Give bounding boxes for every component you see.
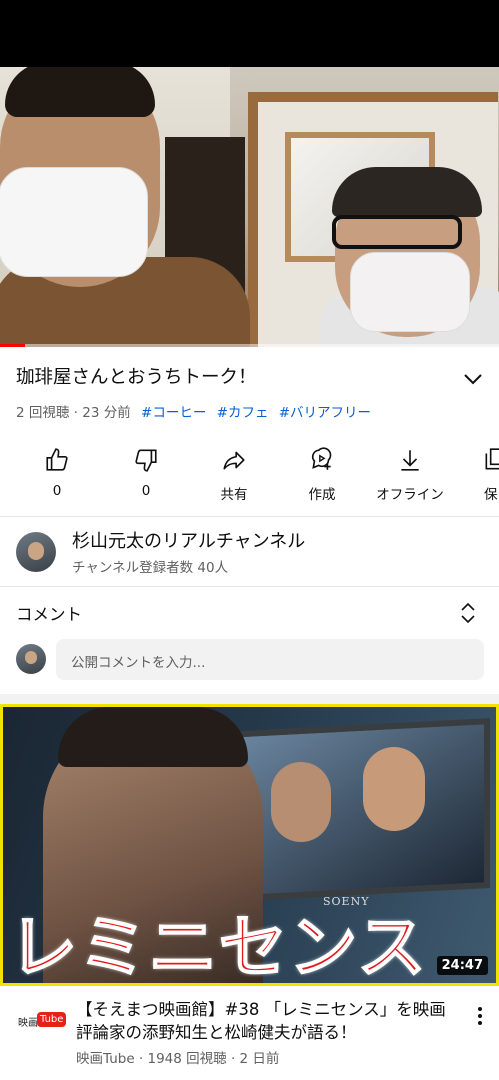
subscriber-count: チャンネル登録者数 40人 <box>72 560 229 576</box>
video-progress-fill <box>0 344 25 347</box>
recommended-video-meta: 映画Tube · 1948 回視聴 · 2 日前 <box>76 1051 280 1067</box>
thumbs-down-icon <box>135 449 157 472</box>
chevron-down-icon[interactable] <box>460 368 486 390</box>
divider <box>0 586 499 587</box>
comment-composer: 公開コメントを入力... <box>16 639 484 681</box>
expand-collapse-icon[interactable] <box>458 602 478 624</box>
share-label: 共有 <box>220 487 248 503</box>
action-bar: 0 0 共有 作成 オフライン 保 <box>0 447 499 507</box>
thumbs-up-icon <box>46 448 68 471</box>
channel-logo-text: 映画 <box>18 1018 38 1029</box>
download-label: オフライン <box>376 487 444 503</box>
remix-icon <box>311 447 332 470</box>
recommended-video-details[interactable]: 映画 Tube 【そえまつ映画館】#38 「レミニセンス」を映画評論家の添野知生… <box>0 996 499 1080</box>
hashtag-link[interactable]: #バリアフリー <box>279 405 371 421</box>
save-icon <box>485 448 499 470</box>
thumbnail-actor-hair <box>58 707 248 767</box>
recommended-video-thumbnail[interactable]: SOENY レミニセンス 24:47 <box>0 704 499 986</box>
share-icon <box>223 451 245 470</box>
video-meta: 2 回視聴 · 23 分前 #コーヒー #カフェ #バリアフリー <box>16 401 371 421</box>
channel-avatar[interactable] <box>16 532 56 572</box>
video-duration-badge: 24:47 <box>436 956 488 975</box>
download-button[interactable]: オフライン <box>365 447 455 503</box>
status-bar <box>0 0 499 67</box>
thumbnail-title-text: レミニセンス <box>8 908 428 986</box>
video-person-left <box>0 67 250 347</box>
hashtag-link[interactable]: #カフェ <box>217 405 269 421</box>
download-icon <box>401 450 419 471</box>
share-button[interactable]: 共有 <box>189 447 279 503</box>
comments-header[interactable]: コメント <box>16 601 82 625</box>
recommended-video-title[interactable]: 【そえまつ映画館】#38 「レミニセンス」を映画評論家の添野知生と松崎健夫が語る… <box>76 998 456 1044</box>
video-person-right <box>320 167 499 347</box>
channel-logo[interactable]: 映画 Tube <box>18 1010 67 1038</box>
video-player[interactable] <box>0 67 499 347</box>
video-title-row[interactable]: 珈琲屋さんとおうちトーク！ <box>16 366 486 392</box>
channel-logo-badge: Tube <box>37 1012 67 1027</box>
section-separator <box>0 694 499 704</box>
user-avatar <box>16 644 46 674</box>
channel-name[interactable]: 杉山元太のリアルチャンネル <box>72 530 305 554</box>
comment-input[interactable]: 公開コメントを入力... <box>56 639 484 680</box>
create-button[interactable]: 作成 <box>277 447 367 503</box>
thumbnail-monitor <box>225 718 490 902</box>
dislike-button[interactable]: 0 <box>101 447 191 499</box>
create-label: 作成 <box>308 487 336 503</box>
views-and-time: 2 回視聴 · 23 分前 <box>16 405 131 421</box>
hashtag-link[interactable]: #コーヒー <box>141 405 206 421</box>
thumbnail-face <box>271 762 331 842</box>
save-label: 保 <box>484 487 498 503</box>
like-button[interactable]: 0 <box>12 447 102 499</box>
more-vert-icon[interactable] <box>472 1004 488 1028</box>
like-count: 0 <box>52 483 62 499</box>
channel-row[interactable]: 杉山元太のリアルチャンネル チャンネル登録者数 40人 <box>16 530 486 576</box>
dislike-count: 0 <box>141 483 151 499</box>
thumbnail-face <box>363 747 425 831</box>
video-progress-bar[interactable] <box>0 344 499 347</box>
divider <box>0 516 499 517</box>
video-title: 珈琲屋さんとおうちトーク！ <box>16 367 257 388</box>
save-button[interactable]: 保 <box>452 447 499 503</box>
